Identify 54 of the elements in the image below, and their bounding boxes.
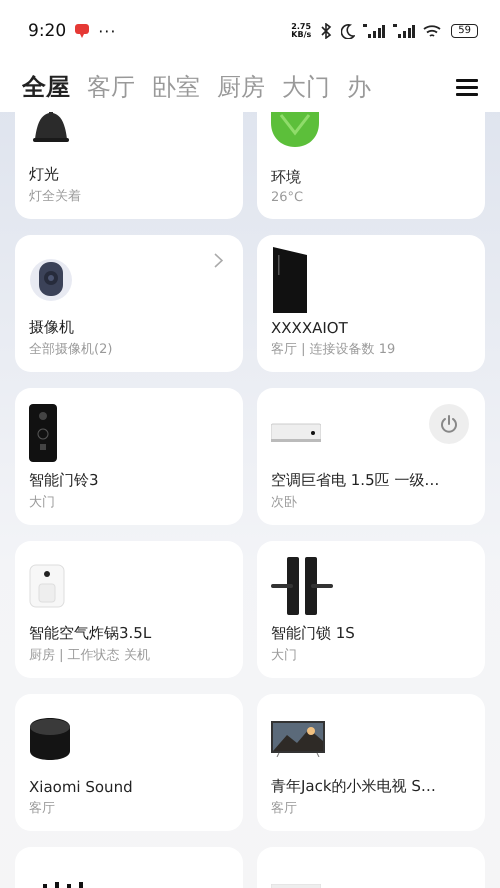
moon-icon (341, 24, 356, 38)
notification-app-icon (74, 23, 90, 39)
air-fryer-icon (29, 564, 65, 608)
device-status: 客厅 (29, 800, 56, 817)
tv-icon (271, 721, 325, 757)
status-time: 9:20 (28, 21, 66, 41)
device-status: 26°C (271, 190, 304, 205)
device-name: XXXXAIOT (271, 319, 349, 337)
bluetooth-icon (319, 23, 334, 39)
device-name: 青年Jack的小米电视 S… (271, 777, 437, 796)
chevron-right-icon[interactable] (214, 253, 223, 268)
device-card[interactable]: 灯光 灯全关着 (15, 112, 243, 219)
device-name: Xiaomi Sound (29, 778, 134, 796)
air-conditioner-icon (271, 423, 321, 443)
device-status: 大门 (29, 494, 56, 511)
door-lock-icon (271, 557, 333, 615)
doorbell-icon (29, 404, 57, 462)
device-name: 摄像机 (29, 318, 75, 337)
network-speed: 2.75 KB/s (291, 23, 312, 39)
device-card[interactable]: XXXXAIOT 客厅 | 连接设备数 19 (257, 235, 485, 372)
device-card[interactable]: 青年Jack的小米电视 S… 客厅 (257, 694, 485, 831)
device-card[interactable]: 智能门锁 1S 大门 (257, 541, 485, 678)
device-name: 智能门铃3 (29, 471, 100, 490)
device-status: 全部摄像机(2) (29, 341, 114, 358)
device-status: 客厅 (271, 800, 298, 817)
menu-icon[interactable] (456, 78, 478, 96)
leaf-icon (271, 112, 319, 147)
device-status: 次卧 (271, 494, 298, 511)
device-card[interactable]: 智能空气炸锅3.5L 厨房 | 工作状态 关机 (15, 541, 243, 678)
signal-icon (393, 24, 416, 38)
device-card[interactable]: 空调巨省电 1.5匹 一级… 次卧 (257, 388, 485, 525)
signal-icon (363, 24, 386, 38)
power-button[interactable] (429, 404, 469, 444)
device-status: 客厅 | 连接设备数 19 (271, 341, 396, 358)
wifi-icon (423, 24, 444, 38)
camera-icon (29, 258, 73, 302)
power-icon (439, 414, 459, 434)
device-status: 灯全关着 (29, 188, 82, 205)
tower-router-icon (271, 247, 309, 313)
room-tab[interactable]: 全屋 (22, 71, 70, 103)
speaker-icon (29, 717, 71, 761)
more-notifications: ··· (98, 22, 116, 40)
device-name: 智能门锁 1S (271, 624, 356, 643)
device-name: 空调巨省电 1.5匹 一级… (271, 471, 440, 490)
device-card[interactable]: 环境 26°C (257, 112, 485, 219)
device-name: 智能空气炸锅3.5L (29, 624, 152, 643)
device-card[interactable]: Xiaomi Sound 客厅 (15, 694, 243, 831)
device-status: 厨房 | 工作状态 关机 (29, 647, 151, 664)
battery-indicator: 59 (451, 24, 478, 38)
device-name: 灯光 (29, 165, 60, 184)
device-status: 大门 (271, 647, 298, 664)
device-card[interactable]: 摄像机 全部摄像机(2) (15, 235, 243, 372)
device-card[interactable]: 智能门铃3 大门 (15, 388, 243, 525)
device-name: 环境 (271, 168, 302, 187)
